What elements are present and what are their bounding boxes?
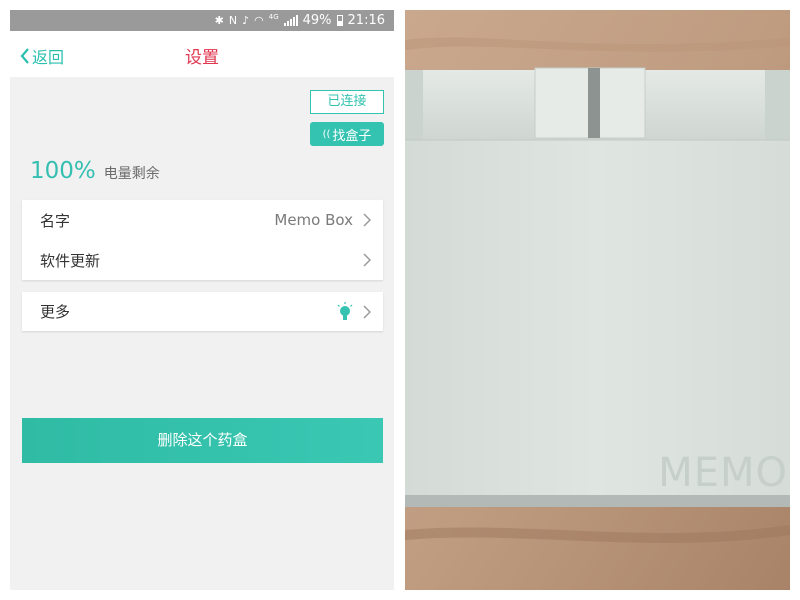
- mute-icon: ♪: [242, 13, 250, 27]
- name-label: 名字: [40, 211, 71, 230]
- status-bar: ✱ N ♪ ◠ 4G 49% 21:16: [10, 10, 394, 31]
- find-box-label: 找盒子: [332, 128, 372, 144]
- name-value: Memo Box: [274, 211, 353, 229]
- bluetooth-icon: ✱: [214, 13, 224, 27]
- find-box-button[interactable]: (( 找盒子: [310, 122, 384, 146]
- nav-bar: 返回 设置: [10, 31, 394, 77]
- more-row[interactable]: 更多: [22, 292, 383, 331]
- network-type: 4G: [268, 13, 279, 21]
- device-photo: MEMO: [405, 10, 790, 590]
- battery-status: 100% 电量剩余: [30, 158, 160, 184]
- more-card: 更多: [22, 292, 383, 331]
- software-update-label: 软件更新: [40, 251, 101, 270]
- battery-level: 100%: [30, 158, 96, 184]
- connection-status-badge: 已连接: [310, 90, 384, 114]
- pill-box-photo: [405, 10, 790, 590]
- chevron-right-icon: [363, 304, 371, 319]
- battery-label: 电量剩余: [103, 166, 160, 182]
- delete-box-button[interactable]: 删除这个药盒: [22, 418, 383, 463]
- name-row[interactable]: 名字 Memo Box: [22, 200, 383, 240]
- nfc-icon: N: [228, 13, 238, 27]
- battery-percent: 49%: [302, 13, 332, 28]
- ring-signal-icon: ((: [322, 128, 331, 140]
- chevron-right-icon: [363, 213, 371, 227]
- battery-icon: [336, 15, 343, 26]
- signal-icon: [283, 15, 298, 26]
- clock: 21:16: [347, 13, 385, 28]
- more-label: 更多: [40, 303, 71, 321]
- wifi-icon: ◠: [254, 13, 264, 27]
- software-update-row[interactable]: 软件更新: [22, 240, 383, 280]
- page-title: 设置: [185, 48, 219, 68]
- settings-card: 名字 Memo Box 软件更新: [22, 200, 383, 280]
- screenshot-composite: ✱ N ♪ ◠ 4G 49% 21:16 返回 设置 已连接 ((找盒子 10…: [0, 0, 800, 600]
- phone-screen: ✱ N ♪ ◠ 4G 49% 21:16 返回 设置 已连接 ((找盒子 10…: [10, 10, 394, 590]
- lightbulb-icon: [337, 301, 353, 320]
- chevron-right-icon: [363, 253, 371, 267]
- brand-text: MEMO: [658, 450, 788, 496]
